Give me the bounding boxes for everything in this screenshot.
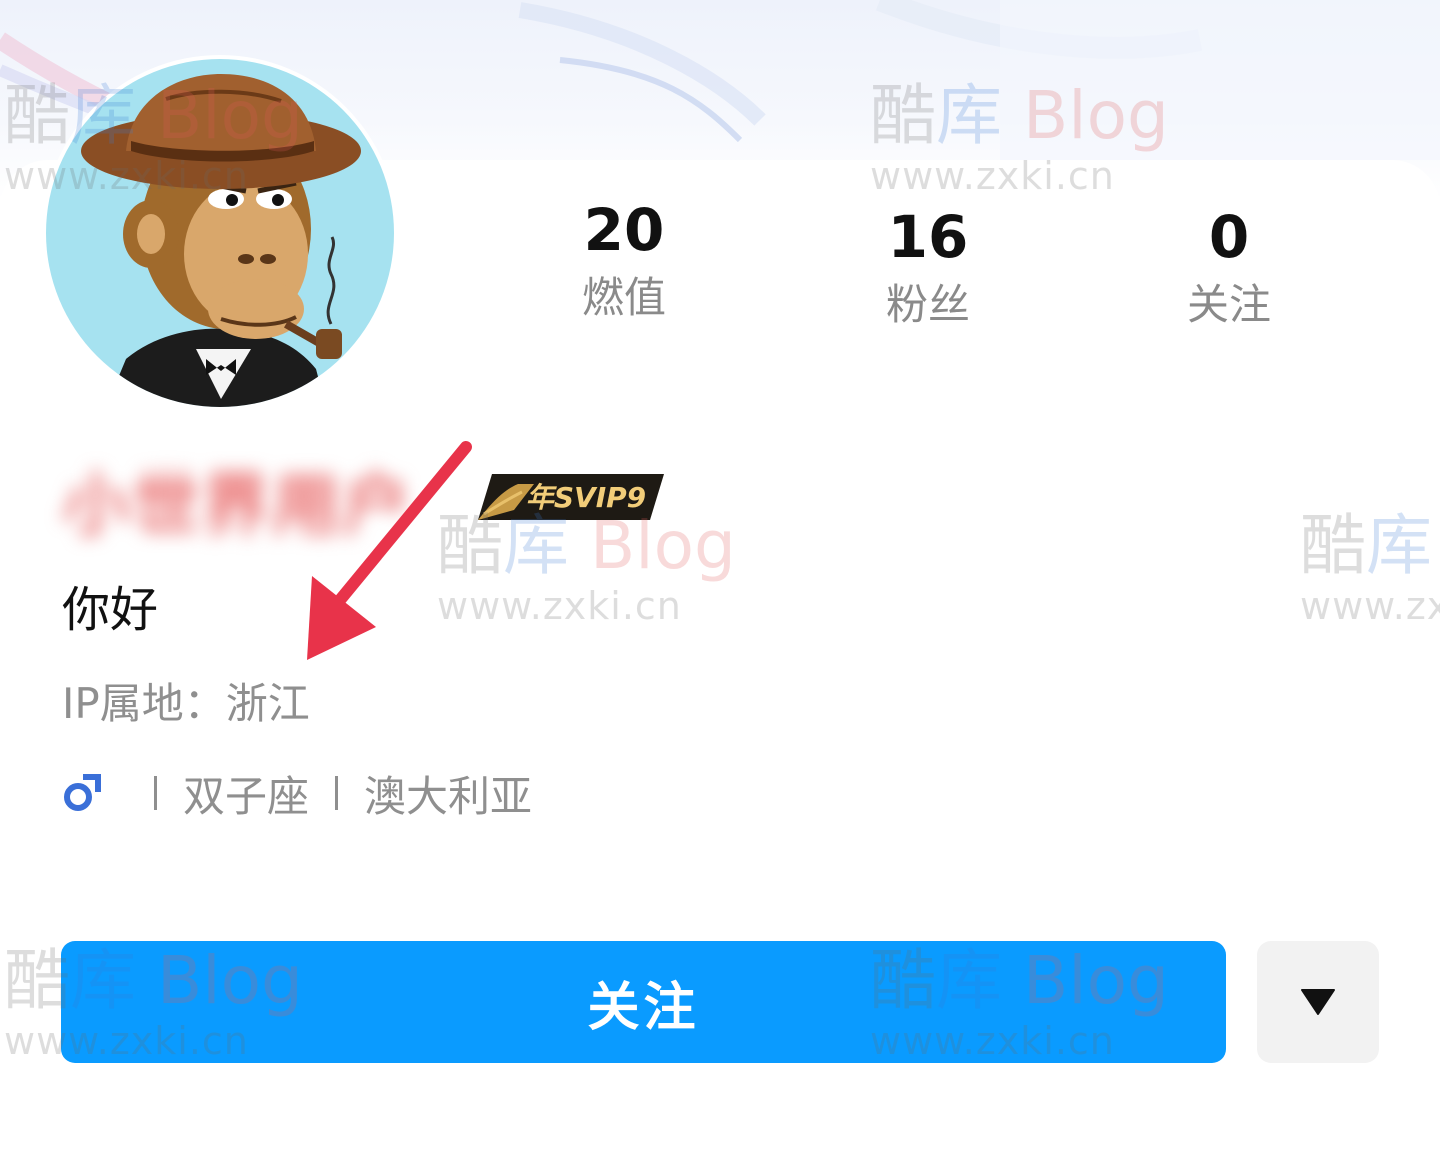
stat-label: 燃值 <box>581 273 666 322</box>
tag-separator <box>154 776 157 810</box>
male-icon <box>62 773 102 813</box>
svip-badge-icon: 年SVIP9 <box>478 474 664 520</box>
ip-location: IP属地：浙江 <box>62 679 310 728</box>
avatar[interactable] <box>42 55 398 411</box>
ape-avatar-icon <box>46 59 394 407</box>
stat-burn-value[interactable]: 20 燃值 <box>524 198 724 324</box>
stat-value: 20 <box>583 196 665 264</box>
stat-value: 0 <box>1208 203 1250 271</box>
username: 小世界用户 <box>62 467 413 546</box>
zodiac-tag: 双子座 <box>183 771 310 821</box>
tag-separator <box>335 776 339 810</box>
stat-value: 16 <box>887 203 969 271</box>
vip-badge-text: 年SVIP9 <box>526 481 646 514</box>
stat-following[interactable]: 0 关注 <box>1129 205 1329 331</box>
profile-page: 20 燃值 16 粉丝 0 关注 小世界用户 年SVIP9 你好 IP属地：浙江… <box>0 0 1440 1166</box>
bio-text: 你好 <box>62 582 159 638</box>
more-options-button[interactable] <box>1257 941 1379 1063</box>
profile-tags: 双子座 澳大利亚 <box>62 765 532 821</box>
follow-button[interactable]: 关注 <box>61 941 1226 1063</box>
stat-label: 关注 <box>1186 280 1271 329</box>
vip-badge[interactable]: 年SVIP9 <box>474 470 666 524</box>
stat-followers[interactable]: 16 粉丝 <box>828 205 1028 331</box>
country-tag: 澳大利亚 <box>364 771 533 821</box>
stat-label: 粉丝 <box>885 280 970 329</box>
caret-down-icon <box>1301 989 1335 1015</box>
